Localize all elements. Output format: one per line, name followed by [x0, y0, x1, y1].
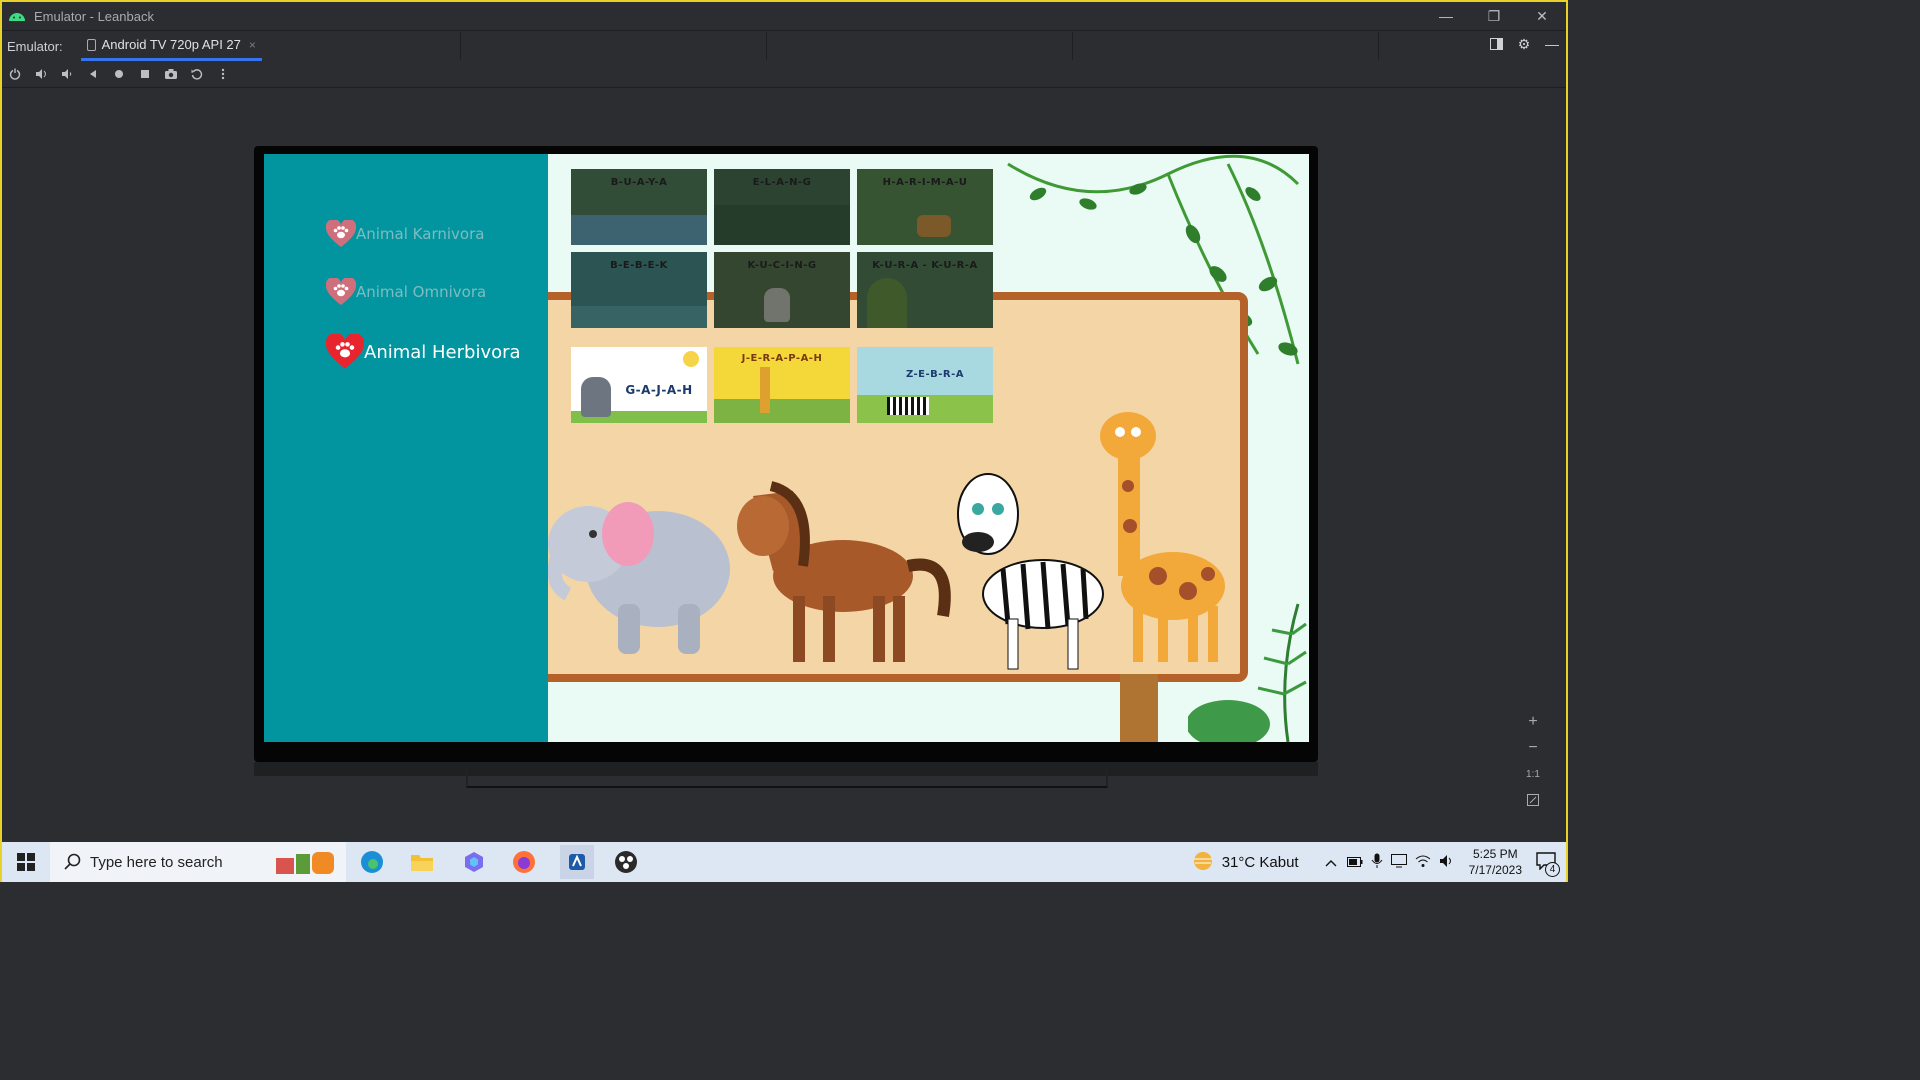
file-explorer-icon[interactable] [408, 848, 436, 876]
chevron-up-icon[interactable] [1325, 854, 1337, 870]
card-label: H-A-R-I-M-A-U [882, 177, 968, 188]
tab-divider [1072, 32, 1073, 60]
zoom-controls: + − 1:1 [1518, 712, 1548, 810]
menu-label: Animal Karnivora [356, 225, 485, 243]
card-art [887, 397, 929, 415]
menu-label: Animal Herbivora [364, 341, 521, 363]
content-area: B-U-A-Y-A E-L-A-N-G H-A-R-I-M-A-U B-E-B-… [548, 154, 1309, 742]
restore-button[interactable]: ❐ [1470, 2, 1518, 30]
edge-icon[interactable] [358, 848, 386, 876]
menu-label: Animal Omnivora [356, 283, 487, 301]
tab-divider [460, 32, 461, 60]
copilot-icon[interactable] [460, 848, 488, 876]
paw-heart-icon [326, 278, 356, 306]
animal-card-harimau[interactable]: H-A-R-I-M-A-U [857, 169, 993, 245]
card-label: J-E-R-A-P-A-H [741, 353, 823, 364]
wifi-icon[interactable] [1415, 854, 1431, 871]
windows-start-icon[interactable] [12, 848, 40, 876]
device-screen[interactable]: Animal Karnivora Animal Omnivora Animal … [264, 154, 1309, 742]
paw-heart-icon [326, 334, 364, 370]
overview-icon[interactable] [132, 63, 158, 85]
clock[interactable]: 5:25 PM 7/17/2023 [1469, 846, 1522, 878]
zoom-out-button[interactable]: − [1522, 738, 1544, 758]
elephant-illustration [548, 502, 730, 654]
android-logo-icon [9, 13, 25, 21]
animal-card-kucing[interactable]: K-U-C-I-N-G [714, 252, 850, 328]
search-highlight-icon [272, 848, 342, 881]
notification-badge: 4 [1545, 861, 1560, 877]
card-art [683, 351, 699, 367]
battery-icon[interactable] [1346, 854, 1363, 870]
card-label: B-U-A-Y-A [610, 177, 668, 188]
weather-text[interactable]: 31°C Kabut [1222, 854, 1299, 871]
close-button[interactable]: ✕ [1518, 2, 1566, 30]
search-placeholder: Type here to search [90, 853, 223, 871]
microphone-icon[interactable] [1371, 853, 1383, 872]
menu-item-karnivora[interactable]: Animal Karnivora [326, 220, 484, 248]
volume-up-icon[interactable] [28, 63, 54, 85]
card-label: B-E-B-E-K [610, 260, 668, 271]
layout-toggle-icon[interactable] [1488, 36, 1504, 52]
minimize-button[interactable]: — [1422, 2, 1470, 30]
emulator-label: Emulator: [7, 38, 63, 54]
rotate-icon[interactable] [184, 63, 210, 85]
tab-divider [766, 32, 767, 60]
paw-heart-icon [326, 220, 356, 248]
more-icon[interactable] [210, 63, 236, 85]
camera-icon[interactable] [158, 63, 184, 85]
notification-center-icon[interactable]: 4 [1536, 851, 1560, 877]
animal-card-gajah[interactable]: G-A-J-A-H [571, 347, 707, 423]
animal-card-zebra[interactable]: Z-E-B-R-A [857, 347, 993, 423]
display-icon[interactable] [1390, 853, 1407, 871]
fit-screen-icon[interactable] [1522, 790, 1544, 810]
clock-time: 5:25 PM [1472, 847, 1518, 861]
window-title: Emulator - Leanback [34, 8, 154, 24]
menu-item-herbivora[interactable]: Animal Herbivora [326, 334, 521, 370]
volume-down-icon[interactable] [54, 63, 80, 85]
tab-close-icon[interactable]: × [249, 38, 256, 52]
sign-post [1120, 674, 1158, 742]
clock-date: 7/17/2023 [1468, 863, 1522, 877]
card-art [714, 399, 850, 423]
weather-icon[interactable] [1192, 850, 1214, 875]
speaker-icon[interactable] [1439, 854, 1455, 871]
card-label: Z-E-B-R-A [905, 369, 965, 380]
device-icon [86, 38, 96, 51]
animal-card-jerapah[interactable]: J-E-R-A-P-A-H [714, 347, 850, 423]
animal-card-kura-kura[interactable]: K-U-R-A - K-U-R-A [857, 252, 993, 328]
taskbar-search-box[interactable]: Type here to search [50, 842, 346, 882]
tab-divider [1378, 32, 1379, 60]
search-icon [64, 853, 82, 876]
windows-taskbar: Type here to search 31°C Kabut 5:25 PM 7… [2, 842, 1566, 882]
home-icon[interactable] [106, 63, 132, 85]
zoom-reset-button[interactable]: 1:1 [1522, 764, 1544, 784]
system-tray: 31°C Kabut 5:25 PM 7/17/2023 4 [1192, 842, 1566, 882]
horse-illustration [737, 481, 951, 662]
tab-label: Android TV 720p API 27 [101, 37, 241, 52]
card-label: K-U-C-I-N-G [747, 260, 817, 271]
hide-panel-icon[interactable]: — [1544, 36, 1560, 52]
giraffe-illustration [1100, 412, 1225, 662]
tab-android-tv[interactable]: Android TV 720p API 27 × [80, 31, 262, 61]
animal-card-bebek[interactable]: B-E-B-E-K [571, 252, 707, 328]
emulator-toolbar [2, 61, 1566, 88]
power-icon[interactable] [2, 63, 28, 85]
animal-card-buaya[interactable]: B-U-A-Y-A [571, 169, 707, 245]
zoom-in-button[interactable]: + [1522, 712, 1544, 732]
tv-stand [466, 768, 1108, 788]
settings-gear-icon[interactable]: ⚙ [1516, 36, 1532, 52]
android-studio-icon[interactable] [560, 845, 594, 879]
emulator-tabbar: Emulator: Android TV 720p API 27 × [2, 30, 1566, 62]
firefox-icon[interactable] [510, 848, 538, 876]
card-art [760, 367, 770, 413]
category-menu: Animal Karnivora Animal Omnivora Animal … [264, 154, 548, 742]
card-label: K-U-R-A - K-U-R-A [872, 260, 978, 271]
animal-card-elang[interactable]: E-L-A-N-G [714, 169, 850, 245]
card-label: G-A-J-A-H [625, 383, 693, 397]
obs-icon[interactable] [612, 848, 640, 876]
card-label: E-L-A-N-G [752, 177, 812, 188]
back-icon[interactable] [80, 63, 106, 85]
window-titlebar: Emulator - Leanback — ❐ ✕ [2, 2, 1566, 30]
menu-item-omnivora[interactable]: Animal Omnivora [326, 278, 486, 306]
